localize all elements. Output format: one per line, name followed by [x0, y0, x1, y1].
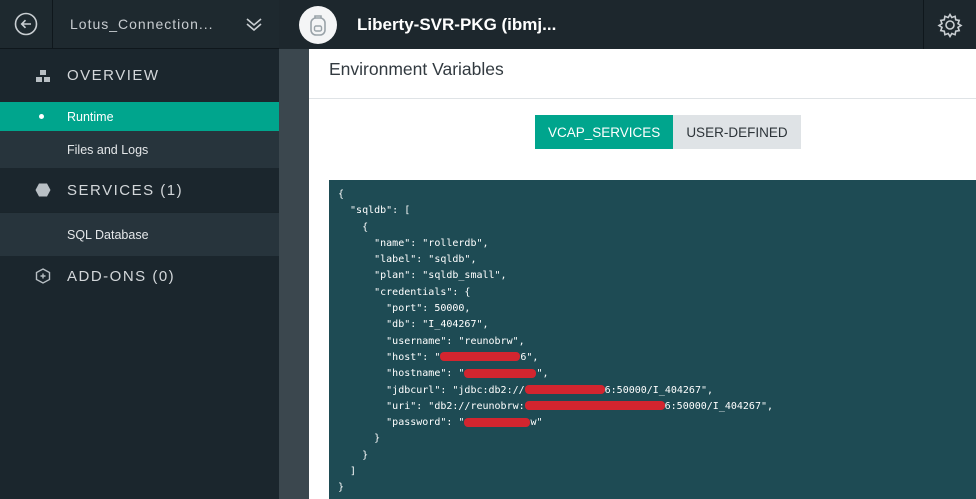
code-line: "sqldb": [: [338, 205, 411, 217]
overview-icon: [33, 66, 53, 86]
code-line: "uri": "db2://reunobrw:: [338, 400, 525, 412]
panel-title: Environment Variables: [309, 49, 976, 99]
code-line: "password": ": [338, 417, 465, 429]
code-line: 6",: [520, 351, 539, 363]
nav-overview[interactable]: OVERVIEW: [0, 49, 279, 102]
code-line: "username": "reunobrw",: [338, 335, 525, 347]
code-line: 6:50000/I_404267",: [664, 400, 774, 412]
code-line: "label": "sqldb",: [338, 254, 477, 266]
app-title: Liberty-SVR-PKG (ibmj...: [357, 14, 557, 34]
nav-overview-label: OVERVIEW: [67, 67, 160, 84]
code-line: 6:50000/I_404267",: [604, 384, 714, 396]
code-line: "hostname": ": [338, 368, 465, 380]
nav-sql-database[interactable]: SQL Database: [0, 213, 279, 256]
redaction-mark: [464, 368, 537, 378]
app-header: Liberty-SVR-PKG (ibmj...: [279, 0, 976, 49]
code-line: "host": ": [338, 351, 441, 363]
env-tabs: VCAP_SERVICES USER-DEFINED: [535, 115, 801, 149]
redaction-mark: [524, 401, 665, 411]
services-subitems: SQL Database: [0, 212, 279, 256]
environment-variables-panel: Environment Variables VCAP_SERVICES USER…: [309, 49, 976, 499]
overview-subitems: Runtime Files and Logs: [0, 102, 279, 168]
code-line: }: [338, 433, 381, 445]
redaction-mark: [464, 417, 531, 427]
code-line: "credentials": {: [338, 286, 471, 298]
nav-services[interactable]: SERVICES (1): [0, 168, 279, 212]
back-arrow-icon: [14, 12, 38, 36]
app-icon: [299, 5, 337, 44]
vcap-services-json: { "sqldb": [ { "name": "rollerdb", "labe…: [329, 180, 976, 499]
sidebar: Lotus_Connection... OVERVIEW Runtime Fil…: [0, 0, 279, 499]
space-selector[interactable]: Lotus_Connection...: [53, 16, 229, 32]
nav-services-label: SERVICES (1): [67, 181, 184, 199]
code-line: {: [338, 221, 369, 233]
content-scroll-gutter: [279, 49, 309, 499]
nav-files-and-logs[interactable]: Files and Logs: [0, 131, 279, 168]
redaction-mark: [524, 385, 605, 395]
code-line: "plan": "sqldb_small",: [338, 270, 507, 282]
settings-button[interactable]: [923, 0, 976, 49]
services-hexagon-icon: [33, 180, 53, 200]
redaction-mark: [440, 352, 521, 362]
code-line: "name": "rollerdb",: [338, 237, 489, 249]
backpack-icon: [310, 14, 326, 36]
code-line: {: [338, 189, 345, 200]
chevron-down-icon: [246, 18, 262, 31]
tab-vcap-services[interactable]: VCAP_SERVICES: [535, 115, 674, 149]
nav-addons-label: ADD-ONS (0): [67, 267, 176, 285]
addons-icon: [33, 266, 53, 286]
code-line: }: [338, 482, 345, 494]
code-line: ",: [536, 368, 549, 380]
code-line: "jdbcurl": "jdbc:db2://: [338, 384, 525, 396]
code-line: }: [338, 449, 369, 461]
code-line: "db": "I_404267",: [338, 319, 489, 331]
nav-runtime[interactable]: Runtime: [0, 102, 279, 131]
code-line: ]: [338, 466, 357, 478]
code-line: w": [530, 417, 543, 429]
space-dropdown-button[interactable]: [229, 17, 279, 31]
sidebar-header: Lotus_Connection...: [0, 0, 279, 49]
back-button[interactable]: [0, 0, 53, 49]
tab-user-defined[interactable]: USER-DEFINED: [673, 115, 801, 149]
nav-addons[interactable]: ADD-ONS (0): [0, 256, 279, 296]
gear-icon: [937, 12, 963, 38]
code-line: "port": 50000,: [338, 303, 471, 315]
